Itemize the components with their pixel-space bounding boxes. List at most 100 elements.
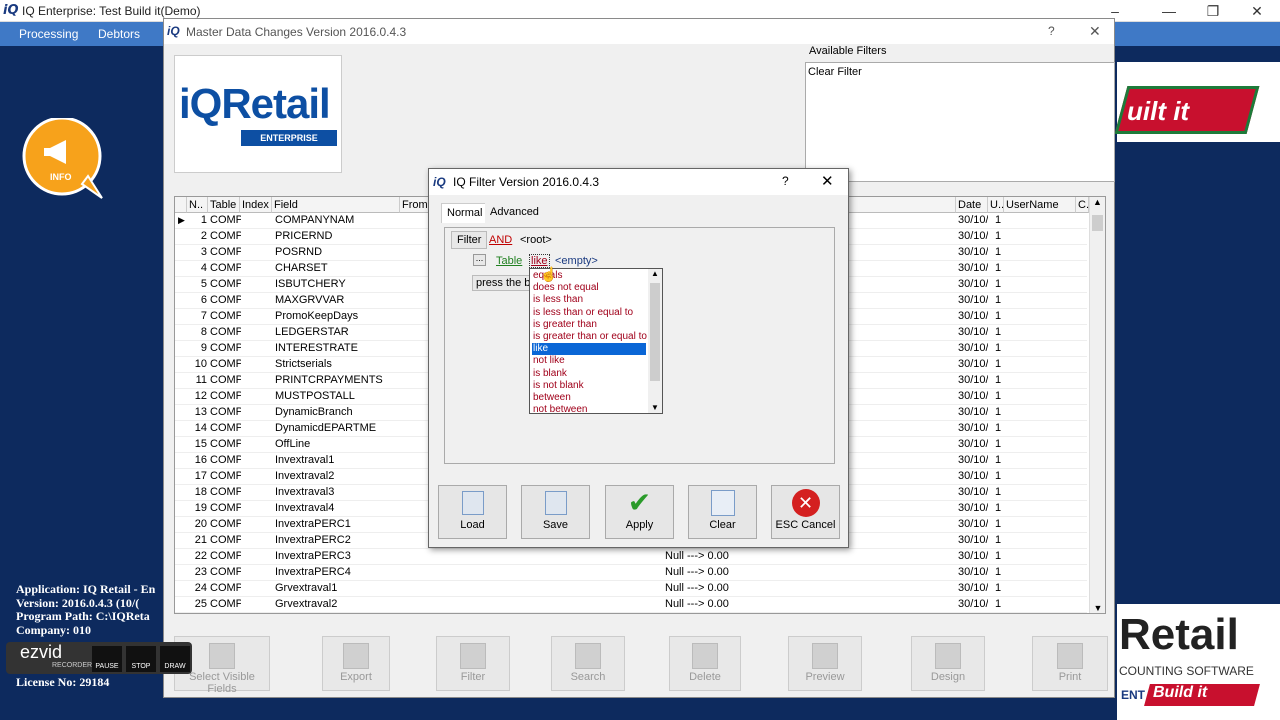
cell-table: COMPA (210, 438, 241, 450)
preview-button[interactable]: Preview (788, 636, 862, 691)
operator-option[interactable]: not like (532, 355, 646, 367)
toolbar-label: Print (1058, 671, 1082, 683)
field-table-link[interactable]: Table (496, 255, 522, 267)
available-filters-label: Available Filters (809, 45, 887, 57)
master-title: Master Data Changes Version 2016.0.4.3 (186, 25, 407, 39)
help-icon[interactable]: ? (1048, 24, 1055, 38)
save-button[interactable]: Save (521, 485, 590, 539)
filter-icon (460, 643, 486, 669)
ezvid-recorder: ezvid RECORDER PAUSE STOP DRAW (6, 642, 192, 674)
cell-u: 1 (995, 550, 1002, 562)
operator-option[interactable]: between (532, 392, 646, 404)
operator-option[interactable]: is greater than or equal to (532, 331, 647, 343)
cell-field: ISBUTCHERY (275, 278, 346, 290)
cell-n: 10 (194, 358, 207, 370)
cell-table: COMPA (210, 230, 241, 242)
print-button[interactable]: Print (1032, 636, 1108, 691)
and-operator-link[interactable]: AND (489, 234, 512, 246)
col-header-date[interactable]: Date (956, 197, 988, 213)
dropdown-scroll-thumb[interactable] (650, 283, 660, 381)
cell-n: 14 (194, 422, 207, 434)
cell-date: 30/10/ (958, 502, 988, 514)
cell-u: 1 (995, 294, 1002, 306)
main-minimize-icon[interactable]: — (1146, 0, 1192, 22)
cell-date: 30/10/ (958, 454, 988, 466)
filter-help-icon[interactable]: ? (782, 174, 789, 188)
cancel-x-icon: ✕ (791, 489, 820, 517)
operator-option[interactable]: is greater than (532, 319, 646, 331)
operator-option[interactable]: does not equal (532, 282, 646, 294)
master-close-icon[interactable]: ✕ (1089, 23, 1101, 40)
cell-table: COMPA (210, 326, 241, 338)
operator-option[interactable]: is less than (532, 294, 646, 306)
toolbar-label: Export (340, 671, 372, 683)
clear-button[interactable]: Clear (688, 485, 757, 539)
cancel-button[interactable]: ✕ ESC Cancel (771, 485, 840, 539)
col-header-c[interactable]: C.. (1076, 197, 1092, 213)
menu-processing[interactable]: Processing (19, 27, 78, 41)
scroll-up-icon[interactable]: ▲ (1090, 197, 1105, 207)
cell-date: 30/10/ (958, 262, 988, 274)
condition-ellipsis-button[interactable]: ... (473, 254, 486, 266)
tab-normal[interactable]: Normal (441, 203, 489, 223)
cell-date: 30/10/ (958, 390, 988, 402)
operator-option[interactable]: not between (532, 404, 646, 416)
tab-advanced[interactable]: Advanced (485, 203, 544, 223)
cell-u: 1 (995, 358, 1002, 370)
scroll-down-icon[interactable]: ▼ (1090, 603, 1105, 613)
operator-dropdown[interactable]: equals does not equal is less than is less … (529, 268, 663, 416)
close-button[interactable]: ✕ (1234, 0, 1280, 22)
info-bubble[interactable]: INFO (22, 116, 106, 199)
export-button[interactable]: Export (322, 636, 390, 691)
dropdown-scroll-down-icon[interactable]: ▼ (648, 403, 662, 412)
cell-to: Null ---> 0.00 (665, 582, 729, 594)
cell-n: 2 (200, 230, 207, 242)
dropdown-scroll-up-icon[interactable]: ▲ (648, 269, 662, 278)
cell-table: COMPA (210, 422, 241, 434)
cell-field: DynamicdEPARTME (275, 422, 377, 434)
operator-option[interactable]: like (532, 343, 646, 356)
operator-option[interactable]: is blank (532, 368, 646, 380)
cell-n: 8 (200, 326, 207, 338)
load-button[interactable]: Load (438, 485, 507, 539)
table-row[interactable]: 25COMPA Grvextraval2 Null ---> 0.00 30/10/1 (175, 597, 1087, 613)
grid-scrollbar[interactable]: ▲ ▼ (1089, 197, 1105, 613)
operator-option[interactable]: is not blank (532, 380, 646, 392)
cell-field: Grvextraval2 (275, 598, 338, 610)
col-header-n[interactable]: N.. (187, 197, 208, 213)
table-row[interactable]: 23COMPA InvextraPERC4 Null ---> 0.00 30/10/… (175, 565, 1087, 581)
pause-button[interactable]: PAUSE (92, 646, 122, 672)
apply-button[interactable]: ✔ Apply (605, 485, 674, 539)
col-header-username[interactable]: UserName (1004, 197, 1076, 213)
col-header-table[interactable]: Table (208, 197, 240, 213)
draw-button[interactable]: DRAW (160, 646, 190, 672)
menu-debtors[interactable]: Debtors (98, 27, 140, 41)
col-header-index[interactable]: Index (240, 197, 272, 213)
table-row[interactable]: 22COMPA InvextraPERC3 Null ---> 0.00 30/10/… (175, 549, 1087, 565)
available-filters-list[interactable]: Clear Filter (805, 62, 1115, 182)
toolbar-label: Design (930, 671, 966, 683)
cell-date: 30/10/ (958, 214, 988, 226)
columns-icon (209, 643, 235, 669)
search-button[interactable]: Search (551, 636, 625, 691)
cell-n: 11 (195, 374, 207, 386)
operator-option[interactable]: is less than or equal to (532, 307, 646, 319)
filter-button[interactable]: Filter (436, 636, 510, 691)
filter-root-button[interactable]: Filter (451, 231, 488, 249)
col-header-field[interactable]: Field (272, 197, 400, 213)
col-header-u[interactable]: U.. (988, 197, 1004, 213)
maximize-button[interactable]: ❐ (1190, 0, 1236, 22)
filter-item-clear[interactable]: Clear Filter (806, 63, 1114, 81)
table-row[interactable]: 24COMPA Grvextraval1 Null ---> 0.00 30/10/1 (175, 581, 1087, 597)
delete-button[interactable]: Delete (669, 636, 741, 691)
dropdown-scrollbar[interactable]: ▲ ▼ (648, 269, 662, 413)
filter-close-icon[interactable]: ✕ (821, 172, 834, 190)
stop-button[interactable]: STOP (126, 646, 156, 672)
value-empty-link[interactable]: <empty> (555, 255, 598, 267)
scroll-thumb[interactable] (1092, 215, 1103, 231)
cell-n: 3 (200, 246, 207, 258)
cell-n: 12 (194, 390, 207, 402)
press-button-hint[interactable]: press the bu (472, 275, 532, 291)
save-label: Save (542, 519, 569, 531)
design-button[interactable]: Design (911, 636, 985, 691)
